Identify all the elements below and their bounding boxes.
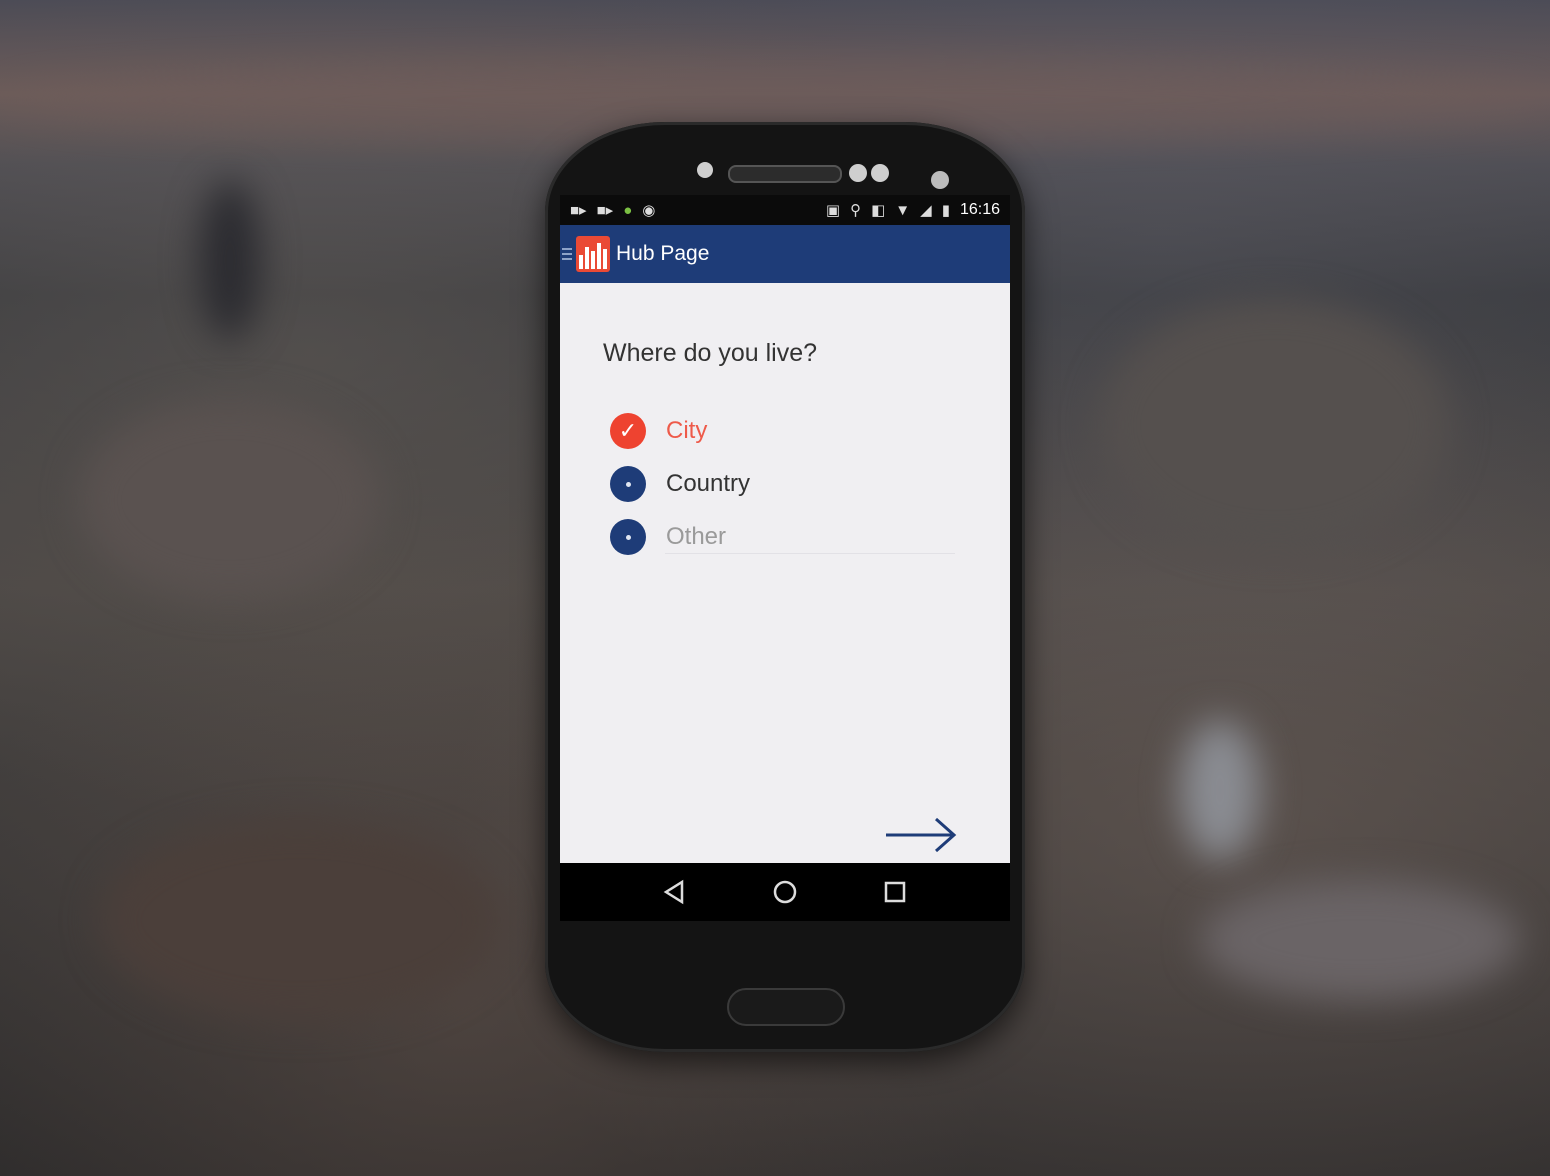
menu-icon[interactable] — [562, 248, 572, 260]
android-icon: ● — [623, 201, 633, 219]
radio-checked-icon[interactable]: ✓ — [610, 413, 646, 449]
recents-icon — [884, 881, 906, 903]
video-icon: ■▸ — [596, 201, 614, 219]
cast-icon: ▣ — [825, 201, 841, 219]
status-right-icons: ▣ ⚲ ◧ ▼ ◢ ▮ 16:16 — [826, 201, 1000, 219]
physical-home-key[interactable] — [727, 988, 845, 1026]
radio-unchecked-icon[interactable] — [610, 466, 646, 502]
earpiece-speaker — [728, 165, 842, 183]
back-icon — [663, 879, 684, 905]
survey-content: Where do you live? ✓ City Country Other — [560, 283, 1010, 921]
front-sensor — [697, 162, 713, 178]
option-label: Country — [666, 470, 751, 497]
battery-icon: ▮ — [941, 201, 950, 219]
app-bar: Hub Page — [560, 225, 1010, 283]
home-button[interactable] — [767, 874, 803, 910]
status-bar: ■▸ ■▸ ● ◉ ▣ ⚲ ◧ ▼ ◢ ▮ 16:16 — [560, 195, 1010, 225]
navigation-bar — [560, 863, 1010, 921]
signal-icon: ◢ — [920, 201, 932, 219]
app-title: Hub Page — [616, 242, 710, 265]
option-label: City — [666, 417, 708, 444]
back-button[interactable] — [657, 874, 693, 910]
phone-screen: ■▸ ■▸ ● ◉ ▣ ⚲ ◧ ▼ ◢ ▮ 16:16 Hub Page Whe… — [560, 195, 1010, 921]
status-left-icons: ■▸ ■▸ ● ◉ — [570, 203, 655, 218]
input-underline — [665, 553, 955, 554]
radio-unchecked-icon[interactable] — [610, 519, 646, 555]
background-shape — [80, 400, 380, 600]
proximity-sensor — [849, 164, 867, 182]
option-label: Other — [666, 523, 727, 550]
next-button[interactable] — [880, 815, 960, 855]
phone-device: ■▸ ■▸ ● ◉ ▣ ⚲ ◧ ▼ ◢ ▮ 16:16 Hub Page Whe… — [545, 122, 1025, 1052]
location-icon: ⚲ — [850, 201, 862, 219]
question-text: Where do you live? — [603, 339, 818, 367]
video-icon: ■▸ — [570, 201, 587, 219]
status-time: 16:16 — [959, 201, 1000, 218]
background-shape — [1100, 300, 1450, 550]
arrow-right-icon — [886, 817, 957, 853]
background-shape — [100, 820, 500, 1020]
background-shape — [200, 180, 260, 340]
option-country[interactable]: Country — [610, 466, 750, 502]
option-other[interactable]: Other — [610, 519, 726, 555]
background-shape — [1200, 880, 1520, 1000]
app-logo-icon — [576, 236, 610, 272]
wifi-icon: ▼ — [895, 201, 911, 219]
home-icon — [773, 880, 797, 904]
front-camera — [931, 171, 949, 189]
option-city[interactable]: ✓ City — [610, 413, 707, 449]
recents-button[interactable] — [877, 874, 913, 910]
background-shape — [1180, 720, 1260, 860]
light-sensor — [871, 164, 889, 182]
chat-icon: ◉ — [642, 201, 656, 219]
vibrate-icon: ◧ — [871, 201, 886, 219]
